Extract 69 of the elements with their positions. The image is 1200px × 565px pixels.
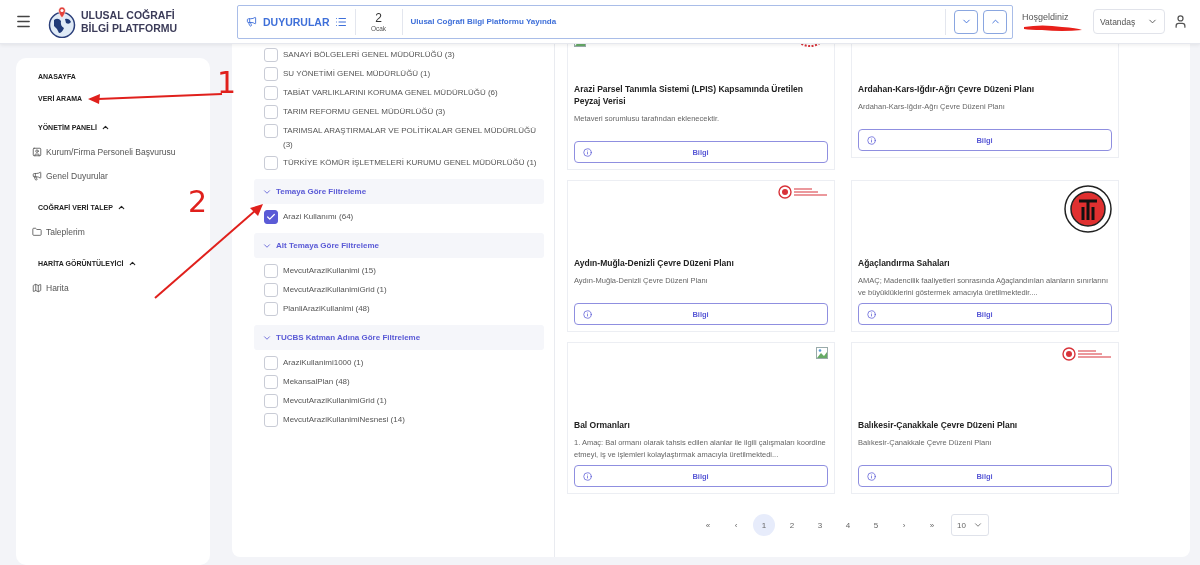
page-button[interactable]: 3 xyxy=(809,514,831,536)
filter-option-label: TARIMSAL ARAŞTIRMALAR VE POLİTİKALAR GENEL MÜDÜRLÜĞÜ (3) xyxy=(283,125,538,151)
sidebar-item[interactable]: Harita xyxy=(16,276,69,300)
site-title: ULUSAL COĞRAFİ xyxy=(81,8,176,22)
info-icon xyxy=(867,309,876,319)
contact-card-icon xyxy=(32,147,42,157)
info-icon xyxy=(583,471,592,481)
sidebar-item[interactable]: Kurum/Firma Personeli Başvurusu xyxy=(16,140,176,164)
seal-logo-icon xyxy=(1062,347,1112,361)
filter-option-label: MevcutAraziKullanimiGrid (1) xyxy=(283,284,388,296)
filter-option-label: Arazi Kullanımı (64) xyxy=(283,211,355,223)
annotation-number: 1 xyxy=(217,68,237,98)
map-icon xyxy=(32,283,42,293)
annotation-number: 2 xyxy=(188,187,208,217)
filter-option-label: TÜRKİYE KÖMÜR İŞLETMELERİ KURUMU GENEL MÜDÜRLÜĞÜ (1) xyxy=(283,157,538,169)
page-size-select[interactable]: 10 xyxy=(951,514,989,536)
page-button[interactable]: 5 xyxy=(865,514,887,536)
chevron-down-icon xyxy=(973,520,983,530)
welcome-text: Hoşgeldiniz xyxy=(1022,11,1070,22)
first-page-button[interactable]: « xyxy=(697,514,719,536)
filter-option-label: AraziKullanimi1000 (1) xyxy=(283,357,365,369)
sidebar-item[interactable]: Taleplerim xyxy=(16,220,85,244)
megaphone-icon xyxy=(32,171,42,181)
card-title: Ardahan-Kars-Iğdır-Ağrı Çevre Düzeni Planı xyxy=(858,83,1036,95)
megaphone-icon[interactable] xyxy=(246,16,257,27)
filter-option-label: TARIM REFORMU GENEL MÜDÜRLÜĞÜ (3) xyxy=(283,106,447,118)
globe-pin-logo-icon xyxy=(48,5,76,38)
sidebar-item[interactable]: Genel Duyurular xyxy=(16,164,108,188)
user-icon[interactable] xyxy=(1173,14,1188,29)
next-announcement-button[interactable] xyxy=(954,9,978,34)
previous-page-button[interactable]: ‹ xyxy=(725,514,747,536)
filter-option-label: MevcutAraziKullanimiGrid (1) xyxy=(283,395,388,407)
last-page-button[interactable]: » xyxy=(921,514,943,536)
info-icon xyxy=(583,147,592,157)
info-icon xyxy=(867,135,876,145)
folder-icon xyxy=(32,227,42,237)
filter-option-label: PlanliAraziKullanimi (48) xyxy=(283,303,371,315)
filter-option-label: MevcutAraziKullanimiNesnesi (14) xyxy=(283,414,406,426)
menu-button[interactable] xyxy=(15,13,32,30)
seal-logo-icon xyxy=(778,185,828,199)
filter-group-header[interactable]: TUCBS Katman Adına Göre Filtreleme xyxy=(254,325,544,350)
card-title: Aydın-Muğla-Denizli Çevre Düzeni Planı xyxy=(574,257,735,269)
list-icon xyxy=(334,15,347,28)
filter-group-header[interactable]: Alt Temaya Göre Filtreleme xyxy=(254,233,544,258)
filter-group-header[interactable]: Temaya Göre Filtreleme xyxy=(254,179,544,204)
site-title: BİLGİ PLATFORMU xyxy=(81,21,178,35)
card-title: Bal Ormanları xyxy=(574,419,631,431)
page-button[interactable]: 2 xyxy=(781,514,803,536)
checkbox[interactable] xyxy=(264,210,278,224)
announcements-label: DUYURULAR xyxy=(263,15,330,28)
info-icon xyxy=(867,471,876,481)
round-emblem-icon xyxy=(1064,185,1112,233)
filter-option-label: MevcutAraziKullanimi (15) xyxy=(283,265,377,277)
next-page-button[interactable]: › xyxy=(893,514,915,536)
card-title: Arazi Parsel Tanımla Sistemi (LPIS) Kapsamında Üretilen Peyzaj Verisi xyxy=(574,83,804,107)
filter-option-label: MekansalPlan (48) xyxy=(283,376,351,388)
announcement-text: Ulusal Coğrafi Bilgi Platformu Yayında xyxy=(410,17,558,26)
role-select[interactable]: Vatandaş xyxy=(1093,9,1165,34)
card-title: Ağaçlandırma Sahaları xyxy=(858,257,951,269)
card-title: Balıkesir-Çanakkale Çevre Düzeni Planı xyxy=(858,419,1019,431)
page-button[interactable]: 1 xyxy=(753,514,775,536)
previous-announcement-button[interactable] xyxy=(983,9,1007,34)
broken-image-icon xyxy=(816,347,828,359)
check-icon xyxy=(266,212,276,222)
info-icon xyxy=(583,309,592,319)
filter-option-label: SANAYİ BÖLGELERİ GENEL MÜDÜRLÜĞÜ (3) xyxy=(283,49,456,61)
page-button[interactable]: 4 xyxy=(837,514,859,536)
filter-option-label: SU YÖNETİMİ GENEL MÜDÜRLÜĞÜ (1) xyxy=(283,68,432,80)
filter-option-label: TABİAT VARLIKLARINI KORUMA GENEL MÜDÜRLÜĞÜ (6) xyxy=(283,87,499,99)
